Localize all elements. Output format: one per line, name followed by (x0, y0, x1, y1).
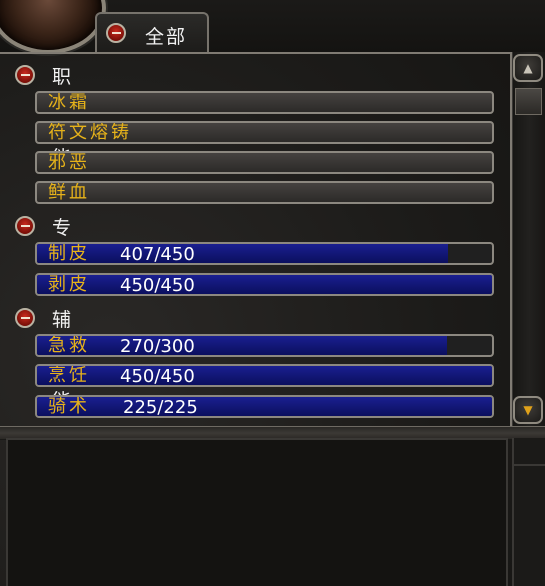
skill-name: 烹饪 (48, 365, 90, 386)
skill-progress-fill (37, 366, 492, 385)
skill-row-leatherworking[interactable]: 制皮 407/450 (35, 242, 494, 265)
skill-name: 剥皮 (48, 274, 90, 295)
tab-all[interactable]: 全部 (95, 12, 209, 52)
skill-row-skinning[interactable]: 剥皮 450/450 (35, 273, 494, 296)
skill-progress-fill (37, 336, 447, 355)
skill-row-runeforging[interactable]: 符文熔铸 (35, 121, 494, 144)
skill-name: 急救 (48, 335, 90, 356)
skill-row-unholy[interactable]: 邪恶 (35, 151, 494, 174)
detail-scrollbar[interactable] (512, 438, 545, 586)
scroll-down-button[interactable]: ▼ (513, 396, 543, 424)
skill-value: 407/450 (120, 244, 195, 265)
scrollbar-thumb[interactable] (515, 88, 542, 115)
skill-row-blood[interactable]: 鲜血 (35, 181, 494, 204)
collapse-all-icon[interactable] (106, 23, 126, 43)
chevron-down-icon: ▼ (523, 403, 533, 417)
skill-progress-fill (37, 397, 492, 416)
skill-progress-fill (37, 275, 492, 294)
skill-name: 制皮 (48, 243, 90, 264)
skill-progress-fill (37, 244, 449, 263)
skill-detail-panel (6, 438, 508, 586)
scroll-up-button[interactable]: ▲ (513, 54, 543, 82)
skill-name: 符文熔铸 (48, 122, 132, 143)
skill-row-riding[interactable]: 骑术 225/225 (35, 395, 494, 418)
skill-value: 450/450 (120, 275, 195, 296)
chevron-up-icon: ▲ (523, 61, 533, 75)
collapse-icon[interactable] (15, 65, 35, 85)
skill-name: 邪恶 (48, 152, 90, 173)
detail-scroll-separator (514, 464, 545, 466)
collapse-icon[interactable] (15, 216, 35, 236)
skill-row-cooking[interactable]: 烹饪 450/450 (35, 364, 494, 387)
tab-all-label: 全部 (145, 26, 188, 48)
skill-row-first-aid[interactable]: 急救 270/300 (35, 334, 494, 357)
skill-name: 冰霜 (48, 92, 90, 113)
skill-row-frost[interactable]: 冰霜 (35, 91, 494, 114)
skill-value: 450/450 (120, 366, 195, 387)
collapse-icon[interactable] (15, 308, 35, 328)
skill-name: 鲜血 (48, 182, 90, 203)
skill-value: 225/225 (123, 397, 198, 418)
skill-value: 270/300 (120, 336, 195, 357)
skill-name: 骑术 (48, 396, 90, 417)
